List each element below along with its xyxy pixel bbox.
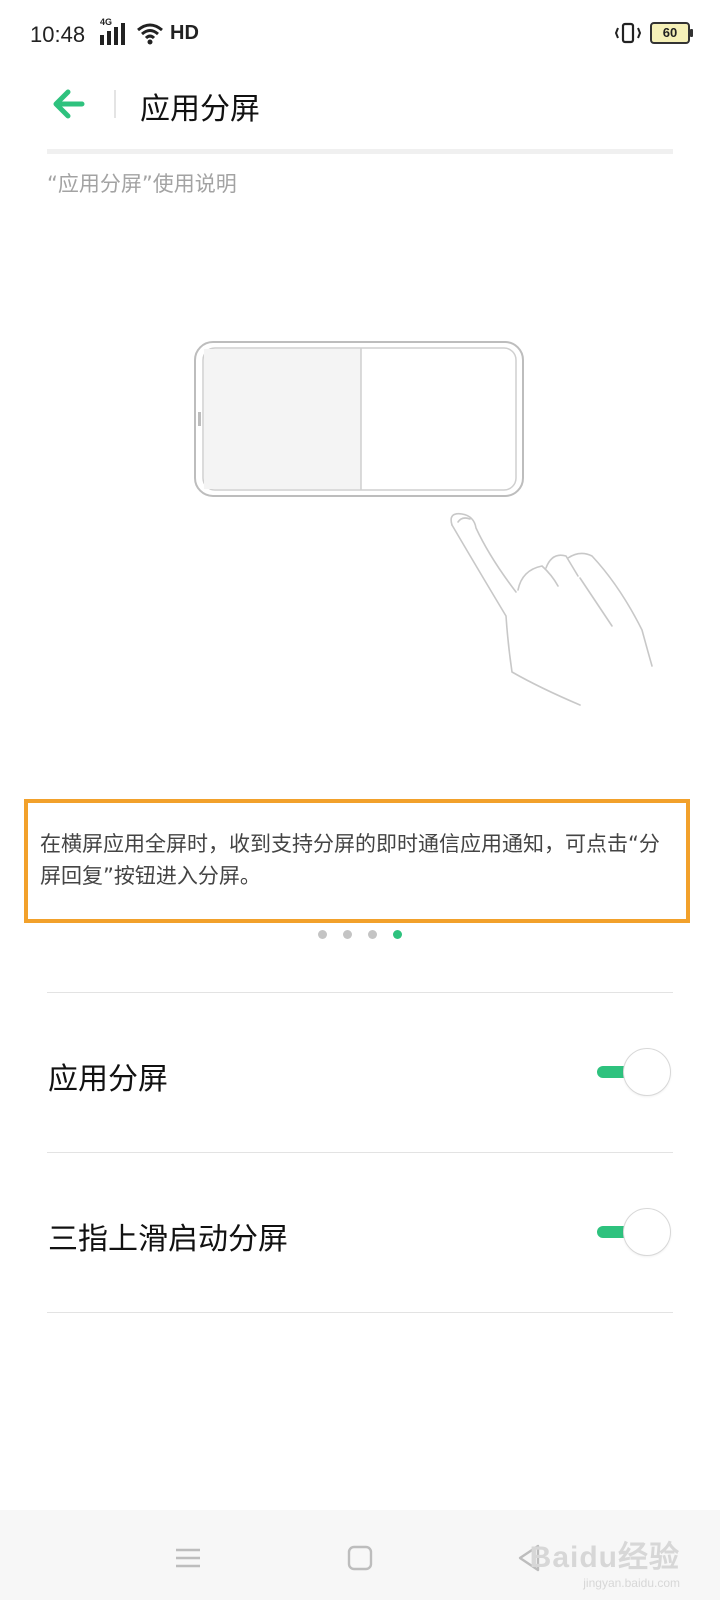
menu-button[interactable] <box>170 1540 206 1576</box>
page-indicator <box>318 930 402 939</box>
page-dot-2[interactable] <box>343 930 352 939</box>
setting-label: 三指上滑启动分屏 <box>48 1222 288 1257</box>
vibrate-icon <box>614 22 642 44</box>
watermark-text: Baidu经验 <box>529 1541 680 1574</box>
wifi-icon <box>136 23 164 45</box>
back-button[interactable] <box>48 84 92 124</box>
divider <box>47 1152 673 1153</box>
toggle-knob <box>623 1048 671 1096</box>
tutorial-illustration <box>0 300 720 720</box>
watermark-subtext: jingyan.baidu.com <box>583 1576 680 1590</box>
divider <box>47 992 673 993</box>
status-left-icons: 4G HD <box>100 17 199 45</box>
nav-bar: Baidu经验 jingyan.baidu.com <box>0 1510 720 1600</box>
setting-row-three-finger-swipe[interactable]: 三指上滑启动分屏 <box>47 1172 673 1292</box>
signal-icon: 4G <box>100 17 130 45</box>
page-title: 应用分屏 <box>140 92 260 127</box>
hand-illustration <box>450 512 653 706</box>
page-dot-4-active[interactable] <box>393 930 402 939</box>
page-dot-3[interactable] <box>368 930 377 939</box>
divider <box>47 1312 673 1313</box>
battery-icon: 60 <box>650 22 693 44</box>
status-time: 10:48 <box>30 22 86 47</box>
header-divider <box>114 90 116 118</box>
section-caption: “应用分屏”使用说明 <box>47 172 237 196</box>
home-icon <box>347 1545 373 1571</box>
hd-label: HD <box>170 22 199 44</box>
status-bar: 10:48 4G HD 60 <box>0 0 720 72</box>
setting-label: 应用分屏 <box>48 1062 168 1097</box>
phone-illustration <box>194 341 524 497</box>
setting-row-app-split-screen[interactable]: 应用分屏 <box>47 1012 673 1132</box>
back-arrow-icon <box>53 89 85 119</box>
baidu-watermark: Baidu经验 jingyan.baidu.com <box>530 1532 680 1590</box>
three-finger-swipe-toggle[interactable] <box>595 1206 673 1258</box>
home-button[interactable] <box>342 1540 378 1576</box>
toggle-knob <box>623 1208 671 1256</box>
tutorial-description: 在横屏应用全屏时，收到支持分屏的即时通信应用通知，可点击“分屏回复”按钮进入分屏… <box>40 832 660 888</box>
status-right-icons: 60 <box>614 22 693 44</box>
app-split-screen-toggle[interactable] <box>595 1046 673 1098</box>
header: 应用分屏 <box>0 72 720 142</box>
section-rule <box>47 149 673 154</box>
page-dot-1[interactable] <box>318 930 327 939</box>
menu-icon <box>176 1548 200 1568</box>
